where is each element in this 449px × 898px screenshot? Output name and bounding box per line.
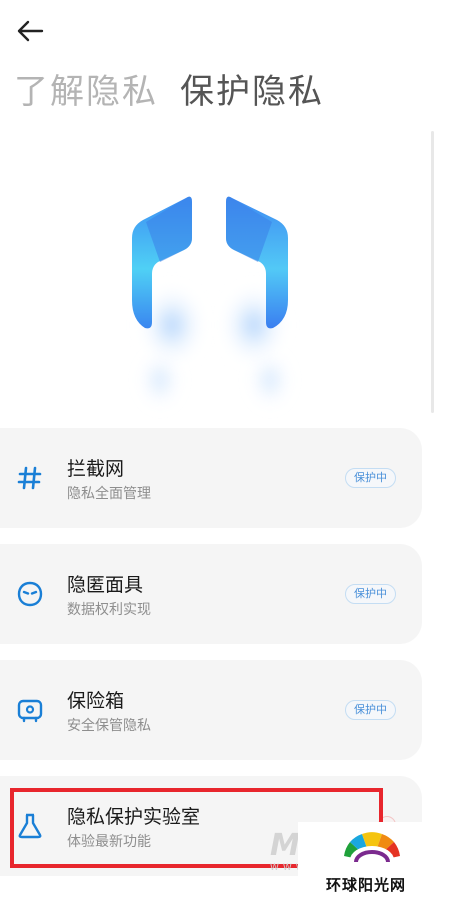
card-title: 隐私保护实验室 <box>67 806 201 828</box>
back-button[interactable] <box>14 16 48 46</box>
card-subtitle: 数据权利实现 <box>67 602 151 618</box>
card-subtitle: 安全保管隐私 <box>67 718 151 734</box>
card-safe-box[interactable]: 保险箱 安全保管隐私 保护中 <box>0 660 422 760</box>
flask-icon <box>18 813 42 839</box>
card-title: 保险箱 <box>67 690 125 712</box>
watermark-logo <box>344 832 400 864</box>
card-subtitle: 体验最新功能 <box>67 834 151 850</box>
card-interception-net[interactable]: 拦截网 隐私全面管理 保护中 <box>0 428 422 528</box>
safe-box-icon <box>17 699 43 723</box>
mask-icon <box>17 581 43 607</box>
tab-protect-privacy[interactable]: 保护隐私 <box>180 66 324 118</box>
status-badge: 保护中 <box>345 584 396 604</box>
watermark-mark: M <box>270 828 300 863</box>
card-subtitle: 隐私全面管理 <box>67 486 151 502</box>
tab-understand-privacy[interactable]: 了解隐私 <box>14 66 158 118</box>
card-privacy-mask[interactable]: 隐匿面具 数据权利实现 保护中 <box>0 544 422 644</box>
card-title: 隐匿面具 <box>67 574 144 596</box>
tab-bar: 了解隐私 保护隐私 <box>14 66 324 118</box>
status-badge: 保护中 <box>345 700 396 720</box>
watermark-text: 环球阳光网 <box>326 876 407 894</box>
arrow-left-icon <box>17 20 44 42</box>
status-badge: 保护中 <box>345 468 396 488</box>
privacy-shield-illustration <box>132 196 292 410</box>
hash-icon <box>17 466 42 490</box>
card-title: 拦截网 <box>67 458 125 480</box>
